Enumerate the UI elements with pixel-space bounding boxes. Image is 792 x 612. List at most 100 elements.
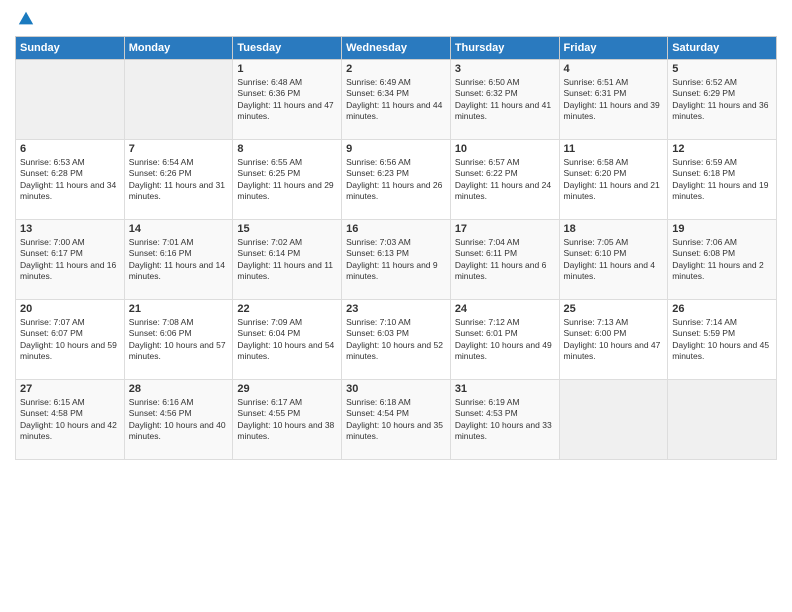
col-header-monday: Monday bbox=[124, 37, 233, 60]
day-detail: Sunrise: 7:00 AMSunset: 6:17 PMDaylight:… bbox=[20, 237, 120, 283]
calendar-cell: 26 Sunrise: 7:14 AMSunset: 5:59 PMDayligh… bbox=[668, 300, 777, 380]
day-number: 12 bbox=[672, 143, 772, 155]
day-number: 7 bbox=[129, 143, 229, 155]
calendar-cell: 6 Sunrise: 6:53 AMSunset: 6:28 PMDaylight… bbox=[16, 140, 125, 220]
calendar-cell: 2 Sunrise: 6:49 AMSunset: 6:34 PMDaylight… bbox=[342, 60, 451, 140]
day-detail: Sunrise: 7:13 AMSunset: 6:00 PMDaylight:… bbox=[564, 317, 664, 363]
day-detail: Sunrise: 7:10 AMSunset: 6:03 PMDaylight:… bbox=[346, 317, 446, 363]
day-number: 11 bbox=[564, 143, 664, 155]
day-number: 26 bbox=[672, 303, 772, 315]
day-number: 30 bbox=[346, 383, 446, 395]
day-number: 10 bbox=[455, 143, 555, 155]
calendar-week-2: 6 Sunrise: 6:53 AMSunset: 6:28 PMDaylight… bbox=[16, 140, 777, 220]
day-detail: Sunrise: 6:17 AMSunset: 4:55 PMDaylight:… bbox=[237, 397, 337, 443]
calendar-cell: 9Sunrise: 6:56 AMSunset: 6:23 PMDaylight… bbox=[342, 140, 451, 220]
calendar-cell: 27 Sunrise: 6:15 AMSunset: 4:58 PMDayligh… bbox=[16, 380, 125, 460]
day-number: 13 bbox=[20, 223, 120, 235]
day-detail: Sunrise: 7:02 AMSunset: 6:14 PMDaylight:… bbox=[237, 237, 337, 283]
calendar-cell: 18Sunrise: 7:05 AMSunset: 6:10 PMDayligh… bbox=[559, 220, 668, 300]
calendar-cell: 23 Sunrise: 7:10 AMSunset: 6:03 PMDayligh… bbox=[342, 300, 451, 380]
day-detail: Sunrise: 7:07 AMSunset: 6:07 PMDaylight:… bbox=[20, 317, 120, 363]
calendar-table: SundayMondayTuesdayWednesdayThursdayFrid… bbox=[15, 36, 777, 460]
calendar-cell: 8 Sunrise: 6:55 AMSunset: 6:25 PMDaylight… bbox=[233, 140, 342, 220]
day-number: 4 bbox=[564, 63, 664, 75]
calendar-cell: 17Sunrise: 7:04 AMSunset: 6:11 PMDayligh… bbox=[450, 220, 559, 300]
calendar-cell bbox=[668, 380, 777, 460]
day-number: 5 bbox=[672, 63, 772, 75]
day-number: 29 bbox=[237, 383, 337, 395]
calendar-cell: 13 Sunrise: 7:00 AMSunset: 6:17 PMDayligh… bbox=[16, 220, 125, 300]
day-number: 8 bbox=[237, 143, 337, 155]
calendar-cell: 3Sunrise: 6:50 AMSunset: 6:32 PMDaylight… bbox=[450, 60, 559, 140]
col-header-wednesday: Wednesday bbox=[342, 37, 451, 60]
calendar-cell: 16 Sunrise: 7:03 AMSunset: 6:13 PMDayligh… bbox=[342, 220, 451, 300]
day-number: 24 bbox=[455, 303, 555, 315]
calendar-cell: 19 Sunrise: 7:06 AMSunset: 6:08 PMDayligh… bbox=[668, 220, 777, 300]
calendar-week-4: 20 Sunrise: 7:07 AMSunset: 6:07 PMDayligh… bbox=[16, 300, 777, 380]
day-detail: Sunrise: 7:12 AMSunset: 6:01 PMDaylight:… bbox=[455, 317, 555, 363]
day-number: 1 bbox=[237, 63, 337, 75]
calendar-cell: 7Sunrise: 6:54 AMSunset: 6:26 PMDaylight… bbox=[124, 140, 233, 220]
day-detail: Sunrise: 6:52 AMSunset: 6:29 PMDaylight:… bbox=[672, 77, 772, 123]
day-number: 6 bbox=[20, 143, 120, 155]
col-header-friday: Friday bbox=[559, 37, 668, 60]
day-detail: Sunrise: 7:01 AMSunset: 6:16 PMDaylight:… bbox=[129, 237, 229, 283]
day-number: 19 bbox=[672, 223, 772, 235]
day-detail: Sunrise: 6:15 AMSunset: 4:58 PMDaylight:… bbox=[20, 397, 120, 443]
day-detail: Sunrise: 6:18 AMSunset: 4:54 PMDaylight:… bbox=[346, 397, 446, 443]
day-number: 23 bbox=[346, 303, 446, 315]
day-number: 21 bbox=[129, 303, 229, 315]
day-detail: Sunrise: 6:57 AMSunset: 6:22 PMDaylight:… bbox=[455, 157, 555, 203]
day-number: 20 bbox=[20, 303, 120, 315]
day-detail: Sunrise: 6:53 AMSunset: 6:28 PMDaylight:… bbox=[20, 157, 120, 203]
day-number: 31 bbox=[455, 383, 555, 395]
calendar-cell: 10 Sunrise: 6:57 AMSunset: 6:22 PMDayligh… bbox=[450, 140, 559, 220]
calendar-cell: 29 Sunrise: 6:17 AMSunset: 4:55 PMDayligh… bbox=[233, 380, 342, 460]
calendar-cell: 5 Sunrise: 6:52 AMSunset: 6:29 PMDaylight… bbox=[668, 60, 777, 140]
logo-icon bbox=[17, 10, 35, 28]
calendar-cell: 25 Sunrise: 7:13 AMSunset: 6:00 PMDayligh… bbox=[559, 300, 668, 380]
day-detail: Sunrise: 6:58 AMSunset: 6:20 PMDaylight:… bbox=[564, 157, 664, 203]
col-header-saturday: Saturday bbox=[668, 37, 777, 60]
day-detail: Sunrise: 7:14 AMSunset: 5:59 PMDaylight:… bbox=[672, 317, 772, 363]
calendar-cell: 1 Sunrise: 6:48 AMSunset: 6:36 PMDaylight… bbox=[233, 60, 342, 140]
day-detail: Sunrise: 6:55 AMSunset: 6:25 PMDaylight:… bbox=[237, 157, 337, 203]
day-detail: Sunrise: 6:16 AMSunset: 4:56 PMDaylight:… bbox=[129, 397, 229, 443]
calendar-cell: 4 Sunrise: 6:51 AMSunset: 6:31 PMDaylight… bbox=[559, 60, 668, 140]
calendar-cell: 15 Sunrise: 7:02 AMSunset: 6:14 PMDayligh… bbox=[233, 220, 342, 300]
day-number: 2 bbox=[346, 63, 446, 75]
col-header-tuesday: Tuesday bbox=[233, 37, 342, 60]
day-number: 27 bbox=[20, 383, 120, 395]
day-number: 28 bbox=[129, 383, 229, 395]
calendar-cell: 20 Sunrise: 7:07 AMSunset: 6:07 PMDayligh… bbox=[16, 300, 125, 380]
day-detail: Sunrise: 6:19 AMSunset: 4:53 PMDaylight:… bbox=[455, 397, 555, 443]
calendar-cell bbox=[124, 60, 233, 140]
calendar-cell: 30 Sunrise: 6:18 AMSunset: 4:54 PMDayligh… bbox=[342, 380, 451, 460]
calendar-cell: 14 Sunrise: 7:01 AMSunset: 6:16 PMDayligh… bbox=[124, 220, 233, 300]
day-detail: Sunrise: 7:03 AMSunset: 6:13 PMDaylight:… bbox=[346, 237, 446, 283]
day-number: 9 bbox=[346, 143, 446, 155]
col-header-sunday: Sunday bbox=[16, 37, 125, 60]
day-number: 14 bbox=[129, 223, 229, 235]
calendar-cell bbox=[16, 60, 125, 140]
day-detail: Sunrise: 6:51 AMSunset: 6:31 PMDaylight:… bbox=[564, 77, 664, 123]
day-detail: Sunrise: 7:08 AMSunset: 6:06 PMDaylight:… bbox=[129, 317, 229, 363]
day-number: 22 bbox=[237, 303, 337, 315]
day-detail: Sunrise: 7:09 AMSunset: 6:04 PMDaylight:… bbox=[237, 317, 337, 363]
day-number: 25 bbox=[564, 303, 664, 315]
day-number: 18 bbox=[564, 223, 664, 235]
page-header bbox=[15, 10, 777, 28]
day-detail: Sunrise: 7:04 AMSunset: 6:11 PMDaylight:… bbox=[455, 237, 555, 283]
calendar-cell: 31 Sunrise: 6:19 AMSunset: 4:53 PMDayligh… bbox=[450, 380, 559, 460]
calendar-week-3: 13 Sunrise: 7:00 AMSunset: 6:17 PMDayligh… bbox=[16, 220, 777, 300]
day-number: 16 bbox=[346, 223, 446, 235]
calendar-cell: 11 Sunrise: 6:58 AMSunset: 6:20 PMDayligh… bbox=[559, 140, 668, 220]
day-detail: Sunrise: 6:48 AMSunset: 6:36 PMDaylight:… bbox=[237, 77, 337, 123]
day-number: 15 bbox=[237, 223, 337, 235]
calendar-cell: 24 Sunrise: 7:12 AMSunset: 6:01 PMDayligh… bbox=[450, 300, 559, 380]
day-detail: Sunrise: 6:59 AMSunset: 6:18 PMDaylight:… bbox=[672, 157, 772, 203]
day-detail: Sunrise: 6:49 AMSunset: 6:34 PMDaylight:… bbox=[346, 77, 446, 123]
calendar-week-5: 27 Sunrise: 6:15 AMSunset: 4:58 PMDayligh… bbox=[16, 380, 777, 460]
logo bbox=[15, 10, 35, 28]
day-detail: Sunrise: 7:06 AMSunset: 6:08 PMDaylight:… bbox=[672, 237, 772, 283]
